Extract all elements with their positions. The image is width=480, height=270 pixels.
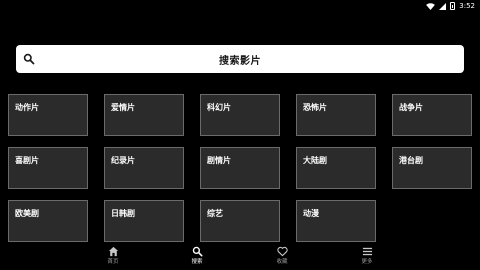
search-placeholder: 搜索影片 [219,55,261,67]
category-tile[interactable]: 大陆剧 [296,147,376,189]
category-label: 纪录片 [111,156,135,165]
nav-label: 更多 [361,259,373,265]
app-screen: 3:52 搜索影片 动作片 爱情片 科幻片 恐怖片 战争片 喜剧片 纪录片 剧情… [0,0,480,270]
status-bar: 3:52 [0,0,480,12]
search-input[interactable]: 搜索影片 [16,45,464,73]
nav-label: 搜索 [191,259,203,265]
category-tile[interactable]: 战争片 [392,94,472,136]
wifi-icon [426,2,436,10]
menu-icon [362,247,372,256]
status-time: 3:52 [459,2,475,10]
category-tile[interactable]: 纪录片 [104,147,184,189]
nav-favorites[interactable]: 收藏 [262,246,302,270]
category-label: 恐怖片 [303,103,327,112]
category-tile[interactable]: 综艺 [200,200,280,242]
category-label: 日韩剧 [111,209,135,218]
nav-label: 首页 [107,259,119,265]
nav-label: 收藏 [276,259,288,265]
battery-icon [450,2,456,10]
category-tile[interactable]: 日韩剧 [104,200,184,242]
category-label: 爱情片 [111,103,135,112]
category-tile[interactable]: 动漫 [296,200,376,242]
category-tile[interactable]: 科幻片 [200,94,280,136]
nav-search[interactable]: 搜索 [177,246,217,270]
nav-more[interactable]: 更多 [347,246,387,270]
category-tile[interactable]: 喜剧片 [8,147,88,189]
bottom-nav: 首页 搜索 收藏 更多 [0,244,480,270]
category-label: 剧情片 [207,156,231,165]
category-label: 综艺 [207,209,223,218]
category-label: 港台剧 [399,156,423,165]
heart-icon [276,246,288,257]
search-icon [23,53,35,65]
category-label: 喜剧片 [15,156,39,165]
category-label: 动漫 [303,209,319,218]
category-label: 战争片 [399,103,423,112]
category-tile[interactable]: 欧美剧 [8,200,88,242]
category-label: 欧美剧 [15,209,39,218]
home-icon [108,246,118,257]
category-tile[interactable]: 恐怖片 [296,94,376,136]
category-label: 大陆剧 [303,156,327,165]
category-label: 动作片 [15,103,39,112]
category-tile[interactable]: 港台剧 [392,147,472,189]
category-label: 科幻片 [207,103,231,112]
nav-home[interactable]: 首页 [93,246,133,270]
category-tile[interactable]: 动作片 [8,94,88,136]
signal-icon [439,2,447,10]
search-icon [192,246,202,257]
category-tile[interactable]: 剧情片 [200,147,280,189]
category-tile[interactable]: 爱情片 [104,94,184,136]
